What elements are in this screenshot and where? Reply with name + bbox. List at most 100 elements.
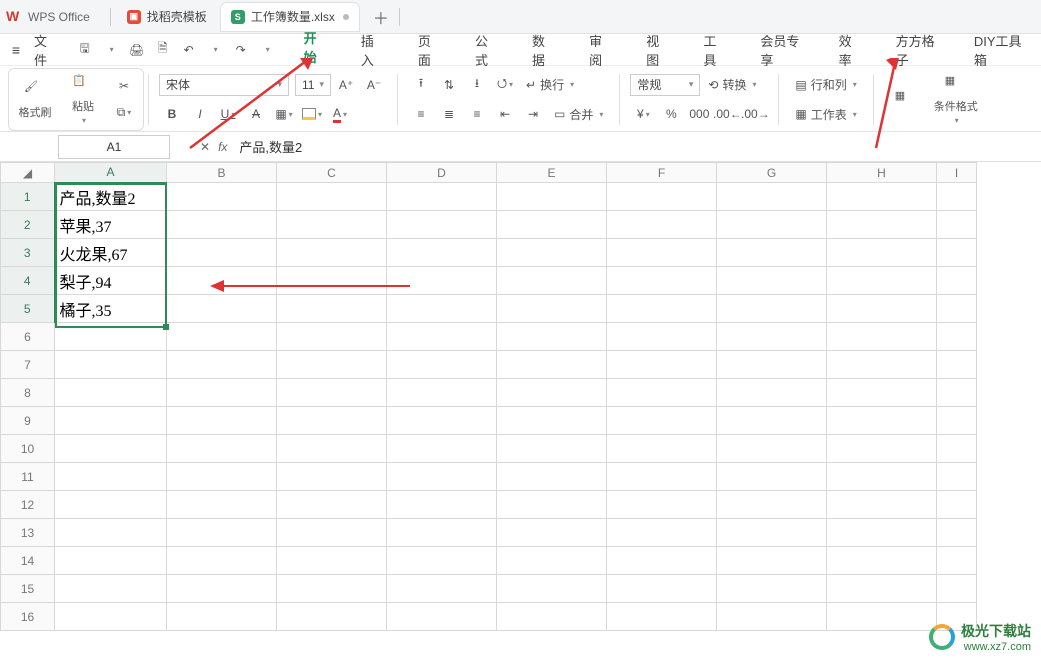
cell[interactable] (277, 323, 387, 351)
cell[interactable] (717, 295, 827, 323)
cell[interactable] (827, 435, 937, 463)
cell[interactable] (55, 435, 167, 463)
fx-icon[interactable]: fx (218, 140, 227, 154)
indent-decrease-icon[interactable]: ⇤ (492, 103, 518, 125)
cell[interactable] (497, 267, 607, 295)
bold-button[interactable]: B (159, 103, 185, 125)
cell[interactable] (497, 491, 607, 519)
cell[interactable] (167, 267, 277, 295)
cell[interactable] (937, 575, 977, 603)
align-center-icon[interactable]: ≣ (436, 103, 462, 125)
cell[interactable] (387, 519, 497, 547)
increase-font-icon[interactable]: A⁺ (333, 74, 359, 96)
row-header[interactable]: 1 (1, 183, 55, 211)
percent-icon[interactable]: % (658, 103, 684, 125)
cell[interactable] (497, 351, 607, 379)
row-header[interactable]: 13 (1, 519, 55, 547)
cell[interactable] (497, 239, 607, 267)
cell[interactable] (497, 603, 607, 631)
cell[interactable] (937, 239, 977, 267)
strikethrough-button[interactable]: A (243, 103, 269, 125)
underline-button[interactable]: U (215, 103, 241, 125)
cell[interactable] (277, 491, 387, 519)
row-header[interactable]: 4 (1, 267, 55, 295)
cell[interactable] (277, 239, 387, 267)
cell[interactable] (937, 491, 977, 519)
spreadsheet-grid[interactable]: ◢ A B C D E F G H I 1 产品,数量2 2 苹果,37 3 火… (0, 162, 1041, 661)
row-header[interactable]: 12 (1, 491, 55, 519)
align-left-icon[interactable]: ≡ (408, 103, 434, 125)
cell[interactable] (497, 211, 607, 239)
cell[interactable] (827, 239, 937, 267)
cell[interactable] (277, 519, 387, 547)
cell[interactable] (55, 351, 167, 379)
cell[interactable] (607, 547, 717, 575)
cell[interactable] (497, 519, 607, 547)
cell[interactable] (497, 463, 607, 491)
row-header[interactable]: 6 (1, 323, 55, 351)
cell[interactable] (717, 603, 827, 631)
menu-review[interactable]: 审阅 (571, 31, 628, 69)
menu-ffgz[interactable]: 方方格子 (878, 31, 956, 69)
menu-start[interactable]: 开始 (286, 28, 343, 72)
cell[interactable] (937, 463, 977, 491)
cell[interactable] (387, 407, 497, 435)
cell[interactable] (607, 211, 717, 239)
align-top-icon[interactable]: ⭱ (408, 74, 434, 96)
transpose-button[interactable]: ⟲ 转换 (702, 74, 762, 96)
col-header-F[interactable]: F (607, 163, 717, 183)
cell[interactable] (167, 183, 277, 211)
menu-vip[interactable]: 会员专享 (742, 31, 820, 69)
cell[interactable] (497, 407, 607, 435)
cell-A1[interactable]: 产品,数量2 (55, 183, 167, 211)
hamburger-icon[interactable]: ≡ (6, 42, 26, 58)
cell[interactable] (717, 547, 827, 575)
cell[interactable] (717, 267, 827, 295)
increase-decimal-icon[interactable]: .00→ (742, 103, 768, 125)
cell[interactable] (937, 519, 977, 547)
select-all-corner[interactable]: ◢ (1, 163, 55, 183)
cell[interactable] (55, 407, 167, 435)
cell[interactable] (55, 519, 167, 547)
cell[interactable] (937, 323, 977, 351)
cell[interactable] (937, 547, 977, 575)
cell[interactable] (607, 407, 717, 435)
cell[interactable] (717, 407, 827, 435)
cell[interactable] (387, 575, 497, 603)
redo-icon[interactable]: ↷ (230, 39, 252, 61)
menu-data[interactable]: 数据 (514, 31, 571, 69)
cell[interactable] (717, 183, 827, 211)
cell[interactable] (497, 379, 607, 407)
cell[interactable] (717, 351, 827, 379)
cell[interactable] (827, 547, 937, 575)
cell[interactable] (277, 267, 387, 295)
cell[interactable] (607, 183, 717, 211)
tab-template[interactable]: ▣ 找稻壳模板 (117, 3, 217, 31)
cell[interactable] (277, 575, 387, 603)
cell[interactable] (387, 267, 497, 295)
cell[interactable] (167, 323, 277, 351)
cell[interactable] (55, 547, 167, 575)
cell-A2[interactable]: 苹果,37 (55, 211, 167, 239)
cell[interactable] (387, 547, 497, 575)
redo-dropdown[interactable] (256, 39, 278, 61)
col-header-I[interactable]: I (937, 163, 977, 183)
cell[interactable] (277, 407, 387, 435)
menu-insert[interactable]: 插入 (343, 31, 400, 69)
menu-diy[interactable]: DIY工具箱 (956, 31, 1041, 69)
cell[interactable] (827, 463, 937, 491)
cell[interactable] (387, 491, 497, 519)
cell[interactable] (827, 575, 937, 603)
cell[interactable] (827, 351, 937, 379)
cond-format-button[interactable]: ▦ 条件格式 (934, 74, 978, 125)
cell[interactable] (387, 323, 497, 351)
cell[interactable] (167, 603, 277, 631)
formula-input[interactable]: 产品,数量2 (235, 137, 1041, 156)
row-header[interactable]: 9 (1, 407, 55, 435)
cell[interactable] (937, 379, 977, 407)
cell[interactable] (55, 603, 167, 631)
cell[interactable] (167, 463, 277, 491)
row-header[interactable]: 5 (1, 295, 55, 323)
cell[interactable] (827, 491, 937, 519)
undo-icon[interactable]: ↶ (178, 39, 200, 61)
